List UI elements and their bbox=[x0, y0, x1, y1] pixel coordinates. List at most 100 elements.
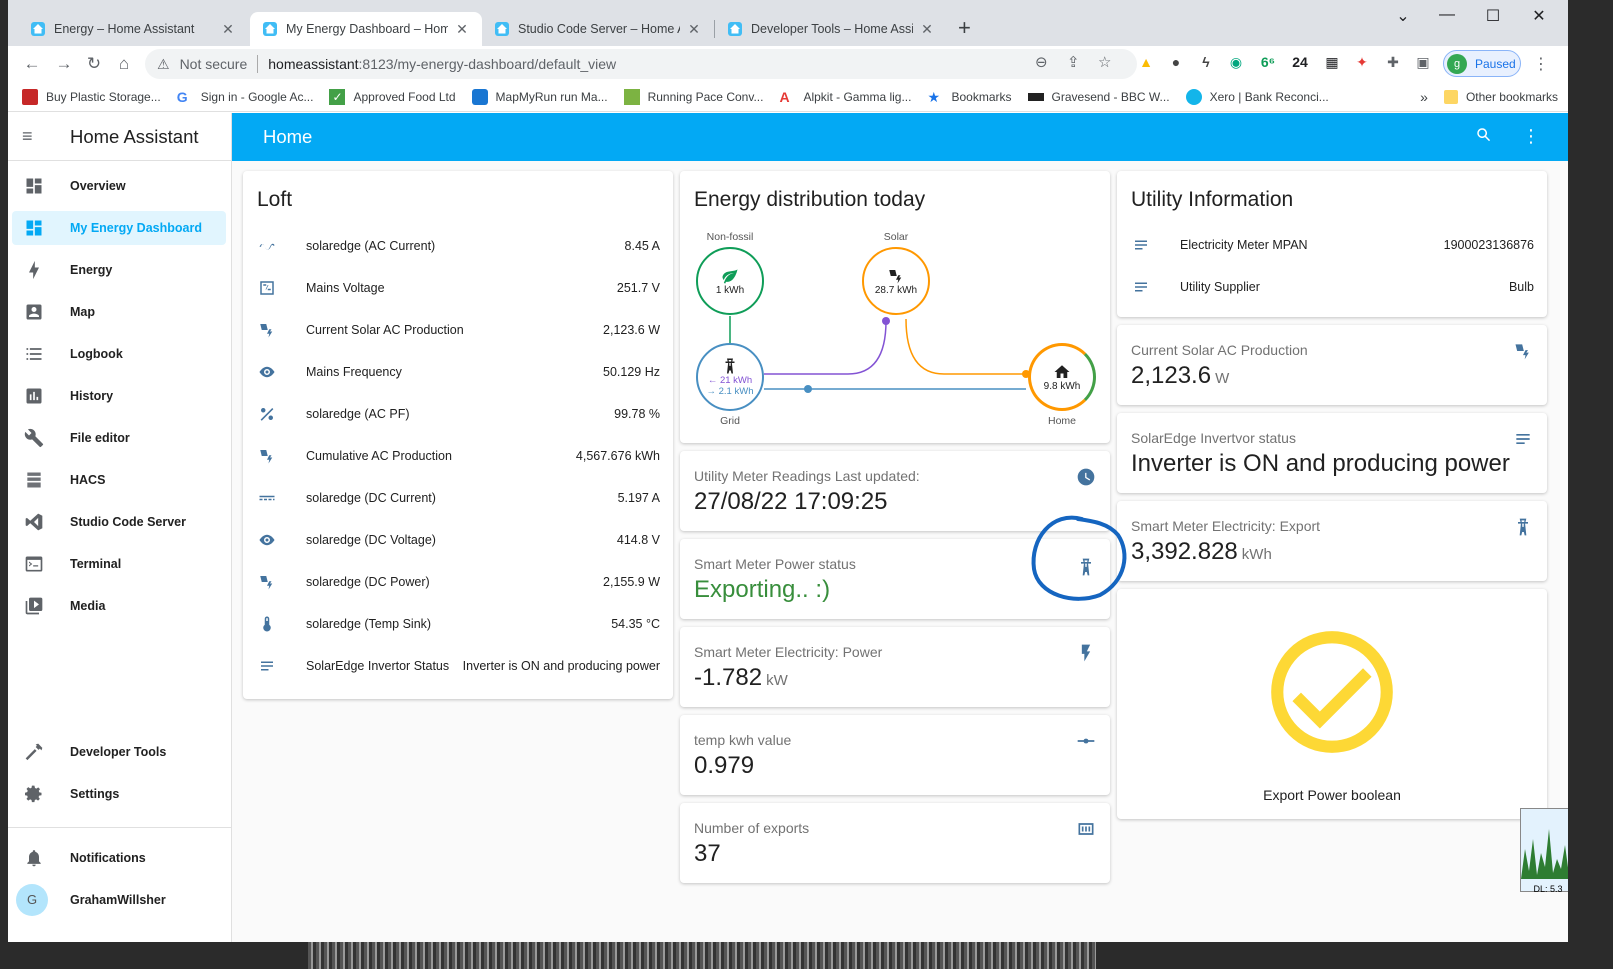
other-bookmarks[interactable]: Other bookmarks bbox=[1466, 90, 1558, 104]
entity-row[interactable]: solaredge (AC Current) 8.45 A bbox=[257, 231, 660, 261]
bookmark-item[interactable]: MapMyRun run Ma... bbox=[471, 88, 608, 105]
solar-production-card[interactable]: Current Solar AC Production 2,123.6 W bbox=[1117, 325, 1547, 405]
entity-label: Current Solar AC Production bbox=[1131, 342, 1308, 358]
tab-energy[interactable]: Energy – Home Assistant ✕ bbox=[18, 12, 248, 46]
share-icon[interactable]: ⇪ bbox=[1067, 53, 1080, 71]
entity-row[interactable]: Utility Supplier Bulb bbox=[1131, 272, 1534, 302]
new-tab-button[interactable]: + bbox=[958, 16, 971, 40]
solar-circle[interactable]: 28.7 kWh bbox=[862, 247, 930, 315]
tab-my-energy-dashboard[interactable]: My Energy Dashboard – Home A ✕ bbox=[250, 12, 482, 46]
bookmark-label: MapMyRun run Ma... bbox=[495, 89, 608, 104]
entity-row[interactable]: Mains Frequency 50.129 Hz bbox=[257, 357, 660, 387]
bookmarks-overflow-button[interactable]: » bbox=[1420, 89, 1428, 105]
grammar-extension-icon[interactable]: ◉ bbox=[1226, 54, 1246, 71]
bookmark-item[interactable]: Running Pace Conv... bbox=[623, 88, 763, 105]
puzzle-icon[interactable]: ✚ bbox=[1383, 54, 1403, 71]
maximize-button[interactable]: ☐ bbox=[1470, 6, 1516, 26]
bookmark-item[interactable]: A Alpkit - Gamma lig... bbox=[779, 89, 911, 105]
close-window-button[interactable]: ✕ bbox=[1516, 6, 1562, 26]
entity-row[interactable]: Mains Voltage 251.7 V bbox=[257, 273, 660, 303]
bookmark-item[interactable]: Buy Plastic Storage... bbox=[22, 88, 161, 105]
home-value: 9.8 kWh bbox=[1043, 380, 1081, 392]
entity-row[interactable]: solaredge (DC Voltage) 414.8 V bbox=[257, 525, 660, 555]
entity-name: solaredge (DC Power) bbox=[306, 575, 430, 589]
thermometer-icon bbox=[257, 615, 277, 633]
bookmark-item[interactable]: G Sign in - Google Ac... bbox=[177, 89, 314, 105]
temp-kwh-card[interactable]: temp kwh value 0.979 bbox=[680, 715, 1110, 795]
entity-name: solaredge (AC PF) bbox=[306, 407, 410, 421]
tab-studio-code-server[interactable]: Studio Code Server – Home Assis ✕ bbox=[482, 12, 714, 46]
forward-button[interactable]: → bbox=[52, 52, 76, 76]
user-name: GrahamWillsher bbox=[70, 893, 166, 907]
bolt-extension-icon[interactable]: ϟ bbox=[1196, 54, 1216, 70]
bookmark-label: Approved Food Ltd bbox=[353, 89, 456, 104]
entity-row[interactable]: solaredge (Temp Sink) 54.35 °C bbox=[257, 609, 660, 639]
exports-card[interactable]: Number of exports 37 bbox=[680, 803, 1110, 883]
tab-developer-tools[interactable]: Developer Tools – Home Assistar ✕ bbox=[715, 12, 947, 46]
feedly-extension-icon[interactable]: ✦ bbox=[1352, 54, 1372, 71]
sidebar-item-settings[interactable]: Settings bbox=[12, 777, 226, 811]
entity-row[interactable]: Electricity Meter MPAN 1900023136876 bbox=[1131, 230, 1534, 260]
profile-button[interactable]: g Paused bbox=[1443, 50, 1521, 77]
star-icon[interactable]: ☆ bbox=[1098, 53, 1111, 71]
entity-label: SolarEdge Invertvor status bbox=[1131, 430, 1296, 446]
sidebar-item-energy[interactable]: Energy bbox=[12, 253, 226, 287]
close-icon[interactable]: ✕ bbox=[686, 21, 702, 38]
reload-button[interactable]: ↻ bbox=[82, 52, 106, 76]
export-meter-card[interactable]: Smart Meter Electricity: Export 3,392.82… bbox=[1117, 501, 1547, 581]
sidebar-item-hacs[interactable]: HACS bbox=[12, 463, 226, 497]
sidebar-item-logbook[interactable]: Logbook bbox=[12, 337, 226, 371]
entity-row[interactable]: Current Solar AC Production 2,123.6 W bbox=[257, 315, 660, 345]
warning-icon[interactable]: ⚠ bbox=[157, 56, 170, 73]
zoom-icon[interactable]: ⊖ bbox=[1035, 53, 1048, 71]
menu-collapse-icon[interactable]: ≡ bbox=[22, 126, 46, 147]
sidepanel-icon[interactable]: ▣ bbox=[1413, 54, 1433, 71]
overflow-menu-icon[interactable]: ⋮ bbox=[1522, 126, 1540, 147]
sidebar-item-studio-code-server[interactable]: Studio Code Server bbox=[12, 505, 226, 539]
entity-row[interactable]: solaredge (AC PF) 99.78 % bbox=[257, 399, 660, 429]
bookmark-item[interactable]: Xero | Bank Reconci... bbox=[1185, 88, 1329, 105]
entity-row[interactable]: Cumulative AC Production 4,567.676 kWh bbox=[257, 441, 660, 471]
nonfossil-circle[interactable]: 1 kWh bbox=[696, 247, 764, 315]
sidebar-item-history[interactable]: History bbox=[12, 379, 226, 413]
sidebar-item-developer-tools[interactable]: Developer Tools bbox=[12, 735, 226, 769]
extension-badge[interactable]: 6⁶ bbox=[1258, 54, 1278, 70]
chrome-menu-icon[interactable]: ⋮ bbox=[1533, 54, 1549, 74]
keyboard-extension-icon[interactable]: ▦ bbox=[1322, 54, 1342, 71]
close-icon[interactable]: ✕ bbox=[454, 21, 470, 38]
export-boolean-card[interactable]: Export Power boolean bbox=[1117, 589, 1547, 819]
github-extension-icon[interactable]: ● bbox=[1166, 54, 1186, 70]
sidebar-item-map[interactable]: Map bbox=[12, 295, 226, 329]
sidebar-item-terminal[interactable]: Terminal bbox=[12, 547, 226, 581]
entity-row[interactable]: SolarEdge Invertor Status Inverter is ON … bbox=[257, 651, 660, 681]
sidebar-item-my-energy-dashboard[interactable]: My Energy Dashboard bbox=[12, 211, 226, 245]
tab-search-icon[interactable]: ⌄ bbox=[1380, 6, 1426, 26]
bookmarks-overflow: » Other bookmarks bbox=[1420, 89, 1558, 105]
play-box-icon bbox=[22, 594, 46, 618]
eye-icon bbox=[257, 363, 277, 381]
minimize-button[interactable]: — bbox=[1424, 6, 1470, 24]
inverter-status-card[interactable]: SolarEdge Invertvor status Inverter is O… bbox=[1117, 413, 1547, 493]
drive-extension-icon[interactable]: ▲ bbox=[1136, 54, 1156, 70]
sidebar-item-user[interactable]: G GrahamWillsher bbox=[12, 883, 226, 917]
bookmark-item[interactable]: ★ Bookmarks bbox=[927, 89, 1011, 105]
search-icon[interactable] bbox=[1475, 126, 1493, 149]
sidebar-item-media[interactable]: Media bbox=[12, 589, 226, 623]
sidebar-item-file-editor[interactable]: File editor bbox=[12, 421, 226, 455]
entity-state: Bulb bbox=[1508, 280, 1534, 294]
sidebar-item-notifications[interactable]: Notifications bbox=[12, 841, 226, 875]
address-bar[interactable]: ⚠ Not secure homeassistant :8123/my-ener… bbox=[145, 49, 1137, 79]
home-circle[interactable]: 9.8 kWh bbox=[1028, 343, 1096, 411]
entity-row[interactable]: solaredge (DC Power) 2,155.9 W bbox=[257, 567, 660, 597]
home-button[interactable]: ⌂ bbox=[112, 52, 136, 76]
sidebar-item-overview[interactable]: Overview bbox=[12, 169, 226, 203]
close-icon[interactable]: ✕ bbox=[919, 21, 935, 38]
close-icon[interactable]: ✕ bbox=[220, 21, 236, 38]
bookmark-item[interactable]: Gravesend - BBC W... bbox=[1027, 90, 1170, 104]
entity-row[interactable]: solaredge (DC Current) 5.197 A bbox=[257, 483, 660, 513]
smart-meter-power-card[interactable]: Smart Meter Electricity: Power -1.782 kW bbox=[680, 627, 1110, 707]
grid-circle[interactable]: ← 21 kWh → 2.1 kWh bbox=[696, 343, 764, 411]
extension-badge[interactable]: 24 bbox=[1290, 54, 1310, 70]
back-button[interactable]: ← bbox=[20, 52, 44, 76]
bookmark-item[interactable]: ✓ Approved Food Ltd bbox=[329, 88, 456, 105]
